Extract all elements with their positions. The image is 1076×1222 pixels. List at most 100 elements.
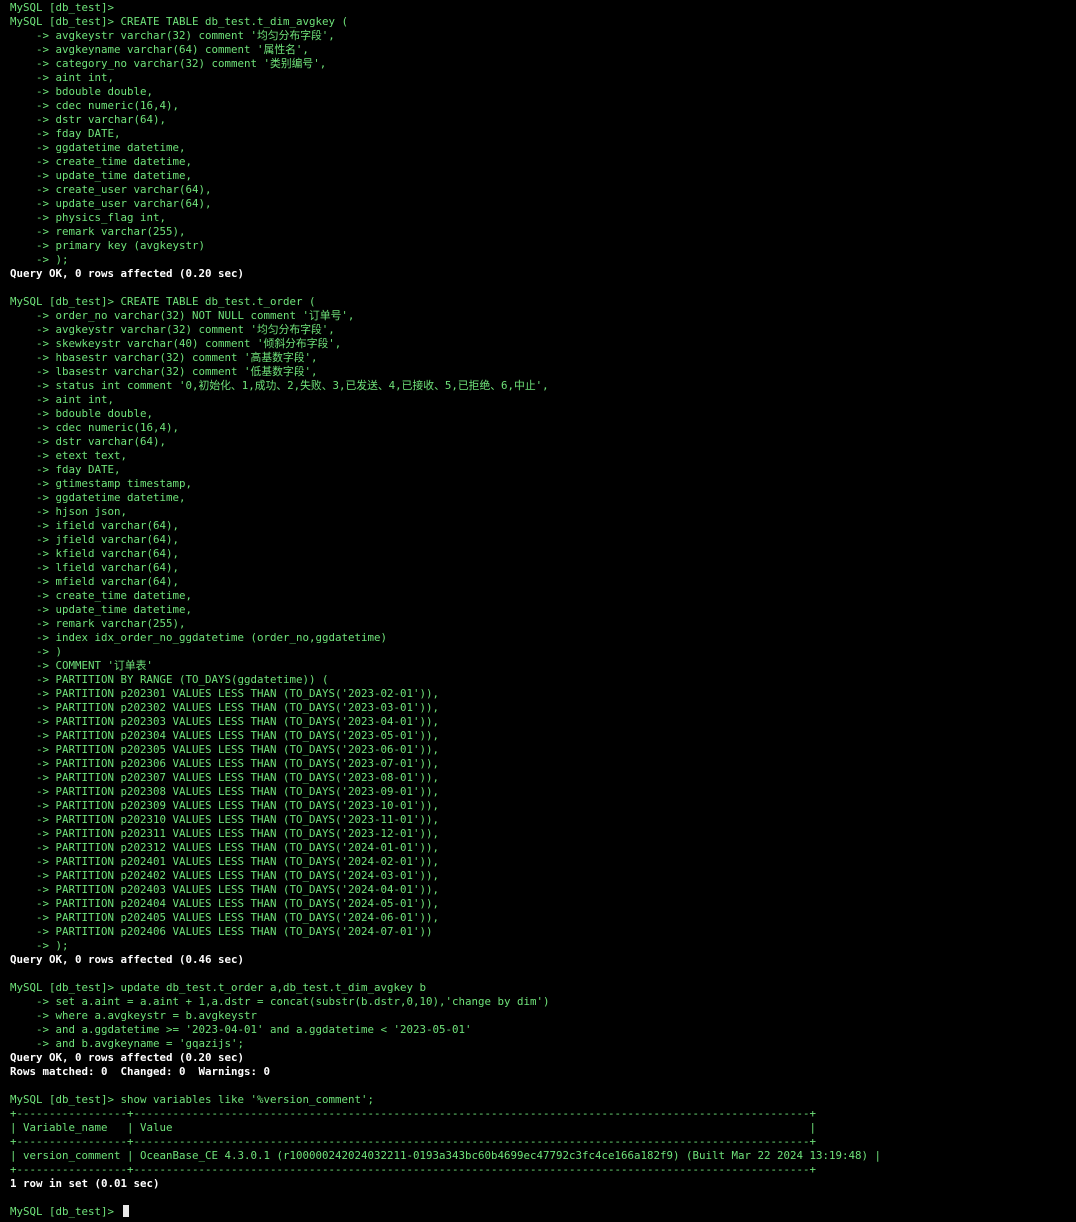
continuation-marker: ->	[10, 309, 56, 322]
continuation-marker: ->	[10, 379, 56, 392]
continuation-marker: ->	[10, 323, 56, 336]
query-result: Query OK, 0 rows affected (0.20 sec)	[10, 1051, 245, 1064]
sql-text: where a.avgkeystr = b.avgkeystr	[55, 1009, 258, 1022]
result-table: +-----------------+---------------------…	[10, 1107, 1076, 1177]
sql-text: ggdatetime datetime,	[55, 141, 186, 154]
continuation-marker: ->	[10, 771, 56, 784]
continuation-line: -> ggdatetime datetime,	[10, 141, 1076, 155]
sql-text: );	[55, 939, 69, 952]
continuation-marker: ->	[10, 533, 56, 546]
sql-text: show variables like '%version_comment';	[120, 1093, 375, 1106]
sql-text: PARTITION p202402 VALUES LESS THAN (TO_D…	[55, 869, 440, 882]
sql-text: and b.avgkeyname = 'gqazijs';	[55, 1037, 245, 1050]
sql-text: update_time datetime,	[55, 603, 193, 616]
sql-text: create_user varchar(64),	[55, 183, 212, 196]
active-prompt-line[interactable]: MySQL [db_test]>	[10, 1205, 1076, 1219]
continuation-marker: ->	[10, 561, 56, 574]
continuation-line: -> ggdatetime datetime,	[10, 491, 1076, 505]
sql-text: PARTITION p202312 VALUES LESS THAN (TO_D…	[55, 841, 440, 854]
continuation-marker: ->	[10, 477, 56, 490]
sql-text: mfield varchar(64),	[55, 575, 180, 588]
continuation-marker: ->	[10, 673, 56, 686]
continuation-marker: ->	[10, 337, 56, 350]
sql-text: physics_flag int,	[55, 211, 167, 224]
continuation-line: -> PARTITION p202310 VALUES LESS THAN (T…	[10, 813, 1076, 827]
continuation-marker: ->	[10, 393, 56, 406]
query-result-rows: Rows matched: 0 Changed: 0 Warnings: 0	[10, 1065, 271, 1078]
continuation-line: -> PARTITION p202304 VALUES LESS THAN (T…	[10, 729, 1076, 743]
continuation-line: -> avgkeystr varchar(32) comment '均匀分布字段…	[10, 29, 1076, 43]
sql-text: status int comment '0,初始化、1,成功、2,失败、3,已发…	[55, 379, 549, 392]
continuation-block: -> set a.aint = a.aint + 1,a.dstr = conc…	[10, 995, 1076, 1051]
sql-text: avgkeystr varchar(32) comment '均匀分布字段',	[55, 29, 335, 42]
sql-text: ggdatetime datetime,	[55, 491, 186, 504]
sql-text: PARTITION p202304 VALUES LESS THAN (TO_D…	[55, 729, 440, 742]
continuation-marker: ->	[10, 701, 56, 714]
continuation-marker: ->	[10, 575, 56, 588]
continuation-marker: ->	[10, 253, 56, 266]
command-line: MySQL [db_test]> show variables like '%v…	[10, 1093, 1076, 1107]
continuation-line: -> update_time datetime,	[10, 603, 1076, 617]
continuation-line: -> index idx_order_no_ggdatetime (order_…	[10, 631, 1076, 645]
continuation-marker: ->	[10, 169, 56, 182]
continuation-marker: ->	[10, 463, 56, 476]
terminal-window[interactable]: MySQL [db_test]> MySQL [db_test]> CREATE…	[0, 0, 1076, 1222]
continuation-marker: ->	[10, 869, 56, 882]
continuation-line: -> aint int,	[10, 393, 1076, 407]
continuation-marker: ->	[10, 911, 56, 924]
continuation-line: -> PARTITION p202308 VALUES LESS THAN (T…	[10, 785, 1076, 799]
sql-text: dstr varchar(64),	[55, 113, 167, 126]
continuation-marker: ->	[10, 897, 56, 910]
continuation-marker: ->	[10, 519, 56, 532]
continuation-line: -> PARTITION p202311 VALUES LESS THAN (T…	[10, 827, 1076, 841]
sql-text: avgkeyname varchar(64) comment '属性名',	[55, 43, 309, 56]
continuation-marker: ->	[10, 883, 56, 896]
sql-text: set a.aint = a.aint + 1,a.dstr = concat(…	[55, 995, 550, 1008]
continuation-line: -> PARTITION p202302 VALUES LESS THAN (T…	[10, 701, 1076, 715]
continuation-line: -> mfield varchar(64),	[10, 575, 1076, 589]
continuation-line: -> hbasestr varchar(32) comment '高基数字段',	[10, 351, 1076, 365]
continuation-marker: ->	[10, 127, 56, 140]
continuation-line: -> PARTITION p202307 VALUES LESS THAN (T…	[10, 771, 1076, 785]
continuation-marker: ->	[10, 491, 56, 504]
continuation-line: -> )	[10, 645, 1076, 659]
continuation-marker: ->	[10, 995, 56, 1008]
sql-text: PARTITION p202303 VALUES LESS THAN (TO_D…	[55, 715, 440, 728]
continuation-line: -> create_time datetime,	[10, 589, 1076, 603]
continuation-block: -> avgkeystr varchar(32) comment '均匀分布字段…	[10, 29, 1076, 267]
prompt: MySQL [db_test]>	[10, 1205, 115, 1218]
continuation-line: -> PARTITION p202402 VALUES LESS THAN (T…	[10, 869, 1076, 883]
sql-text: CREATE TABLE db_test.t_order (	[120, 295, 316, 308]
query-result: 1 row in set (0.01 sec)	[10, 1177, 160, 1190]
continuation-line: -> skewkeystr varchar(40) comment '倾斜分布字…	[10, 337, 1076, 351]
continuation-line: -> status int comment '0,初始化、1,成功、2,失败、3…	[10, 379, 1076, 393]
continuation-marker: ->	[10, 547, 56, 560]
continuation-marker: ->	[10, 1037, 56, 1050]
continuation-line: -> fday DATE,	[10, 463, 1076, 477]
continuation-line: -> fday DATE,	[10, 127, 1076, 141]
sql-text: gtimestamp timestamp,	[55, 477, 193, 490]
continuation-marker: ->	[10, 365, 56, 378]
sql-text: COMMENT '订单表'	[55, 659, 153, 672]
continuation-line: -> PARTITION p202405 VALUES LESS THAN (T…	[10, 911, 1076, 925]
continuation-line: -> lbasestr varchar(32) comment '低基数字段',	[10, 365, 1076, 379]
sql-text: kfield varchar(64),	[55, 547, 180, 560]
continuation-marker: ->	[10, 225, 56, 238]
sql-text: jfield varchar(64),	[55, 533, 180, 546]
continuation-marker: ->	[10, 799, 56, 812]
continuation-line: -> where a.avgkeystr = b.avgkeystr	[10, 1009, 1076, 1023]
continuation-marker: ->	[10, 407, 56, 420]
continuation-line: -> cdec numeric(16,4),	[10, 421, 1076, 435]
continuation-block: -> order_no varchar(32) NOT NULL comment…	[10, 309, 1076, 953]
continuation-line: -> PARTITION p202301 VALUES LESS THAN (T…	[10, 687, 1076, 701]
sql-text: remark varchar(255),	[55, 225, 186, 238]
continuation-line: -> category_no varchar(32) comment '类别编号…	[10, 57, 1076, 71]
table-row-text: +-----------------+---------------------…	[10, 1135, 817, 1148]
sql-text: PARTITION p202306 VALUES LESS THAN (TO_D…	[55, 757, 440, 770]
continuation-marker: ->	[10, 813, 56, 826]
continuation-line: -> PARTITION p202309 VALUES LESS THAN (T…	[10, 799, 1076, 813]
sql-text: aint int,	[55, 393, 115, 406]
command-line: MySQL [db_test]> CREATE TABLE db_test.t_…	[10, 15, 1076, 29]
text-cursor	[122, 1205, 129, 1217]
